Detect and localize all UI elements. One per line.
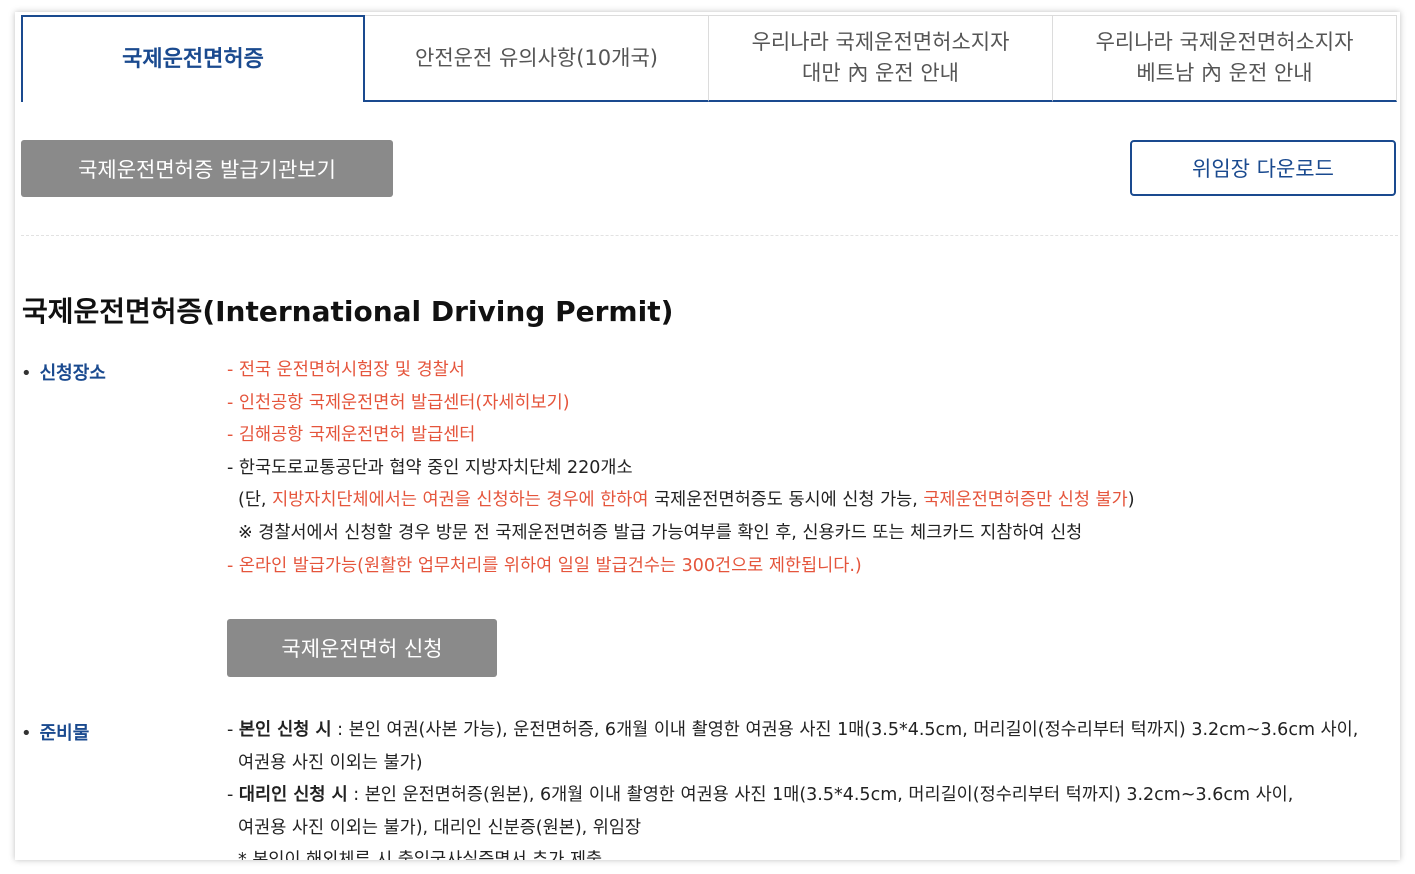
prep-label-text: 준비물 [39, 723, 90, 744]
place-item-test-center: - 전국 운전면허시험장 및 경찰서 [227, 360, 465, 380]
apply-license-button[interactable]: 국제운전면허 신청 [227, 619, 497, 677]
prep-item-proxy: - 대리인 신청 시 : 본인 운전면허증(원본), 6개월 이내 촬영한 여권… [227, 785, 1294, 806]
download-power-of-attorney-button[interactable]: 위임장 다운로드 [1130, 140, 1396, 196]
tab-bar: 국제운전면허증 안전운전 유의사항(10개국) 우리나라 국제운전면허소지자 대… [21, 15, 1398, 102]
place-item-incheon-link[interactable]: - 인천공항 국제운전면허 발급센터(자세히보기) [227, 387, 1135, 420]
bullet: • [21, 363, 32, 384]
place-label-text: 신청장소 [39, 363, 106, 384]
prep-item-proxy-cont: 여권용 사진 이외는 불가), 대리인 신분증(원본), 위임장 [238, 817, 642, 838]
tab-label: 국제운전면허증 [122, 47, 264, 72]
place-item-police-note: ※ 경찰서에서 신청할 경우 방문 전 국제운전면허증 발급 가능여부를 확인 … [238, 522, 1083, 543]
place-item-local-gov: - 한국도로교통공단과 협약 중인 지방자치단체 220개소 [227, 457, 633, 478]
place-item-note: (단, 지방자치단체에서는 여권을 신청하는 경우에 한하여 국제운전면허증도 … [238, 490, 1135, 511]
prep-list: - 본인 신청 시 : 본인 여권(사본 가능), 운전면허증, 6개월 이내 … [227, 714, 1358, 860]
tab-taiwan-driving[interactable]: 우리나라 국제운전면허소지자 대만 內 운전 안내 [709, 15, 1053, 102]
bullet: • [21, 723, 32, 744]
place-item-gimhae: - 김해공항 국제운전면허 발급센터 [227, 425, 476, 446]
place-item-online: - 온라인 발급가능(원활한 업무처리를 위하여 일일 발급건수는 300건으로… [227, 555, 862, 576]
place-list: - 전국 운전면허시험장 및 경찰서 - 인천공항 국제운전면허 발급센터(자세… [227, 354, 1135, 582]
tab-label: 우리나라 국제운전면허소지자 대만 內 운전 안내 [752, 27, 1010, 89]
content-frame: 국제운전면허증 안전운전 유의사항(10개국) 우리나라 국제운전면허소지자 대… [15, 12, 1400, 860]
section-title: 국제운전면허증(International Driving Permit) [22, 295, 674, 328]
tab-international-license[interactable]: 국제운전면허증 [21, 15, 365, 102]
prep-item-self: - 본인 신청 시 : 본인 여권(사본 가능), 운전면허증, 6개월 이내 … [227, 720, 1359, 740]
place-label: • 신청장소 [21, 359, 106, 385]
prep-item-self-cont: 여권용 사진 이외는 불가) [238, 752, 423, 773]
tab-label: 우리나라 국제운전면허소지자 베트남 內 운전 안내 [1096, 27, 1354, 89]
prep-item-note-partial: * 본인이 해외체류 시 출입국사실증명서 추가 제출 [227, 844, 1358, 860]
tab-safety-notes[interactable]: 안전운전 유의사항(10개국) [365, 15, 709, 102]
tab-label-line2: 대만 內 운전 안내 [802, 61, 959, 85]
divider [21, 235, 1398, 236]
tab-label-line2: 베트남 內 운전 안내 [1136, 61, 1313, 85]
tab-label: 안전운전 유의사항(10개국) [415, 45, 658, 70]
tab-label-line1: 우리나라 국제운전면허소지자 [751, 30, 1010, 54]
tab-label-line1: 우리나라 국제운전면허소지자 [1095, 30, 1354, 54]
prep-label: • 준비물 [21, 719, 89, 745]
tab-vietnam-driving[interactable]: 우리나라 국제운전면허소지자 베트남 內 운전 안내 [1053, 15, 1397, 102]
view-issuer-button[interactable]: 국제운전면허증 발급기관보기 [21, 140, 393, 197]
